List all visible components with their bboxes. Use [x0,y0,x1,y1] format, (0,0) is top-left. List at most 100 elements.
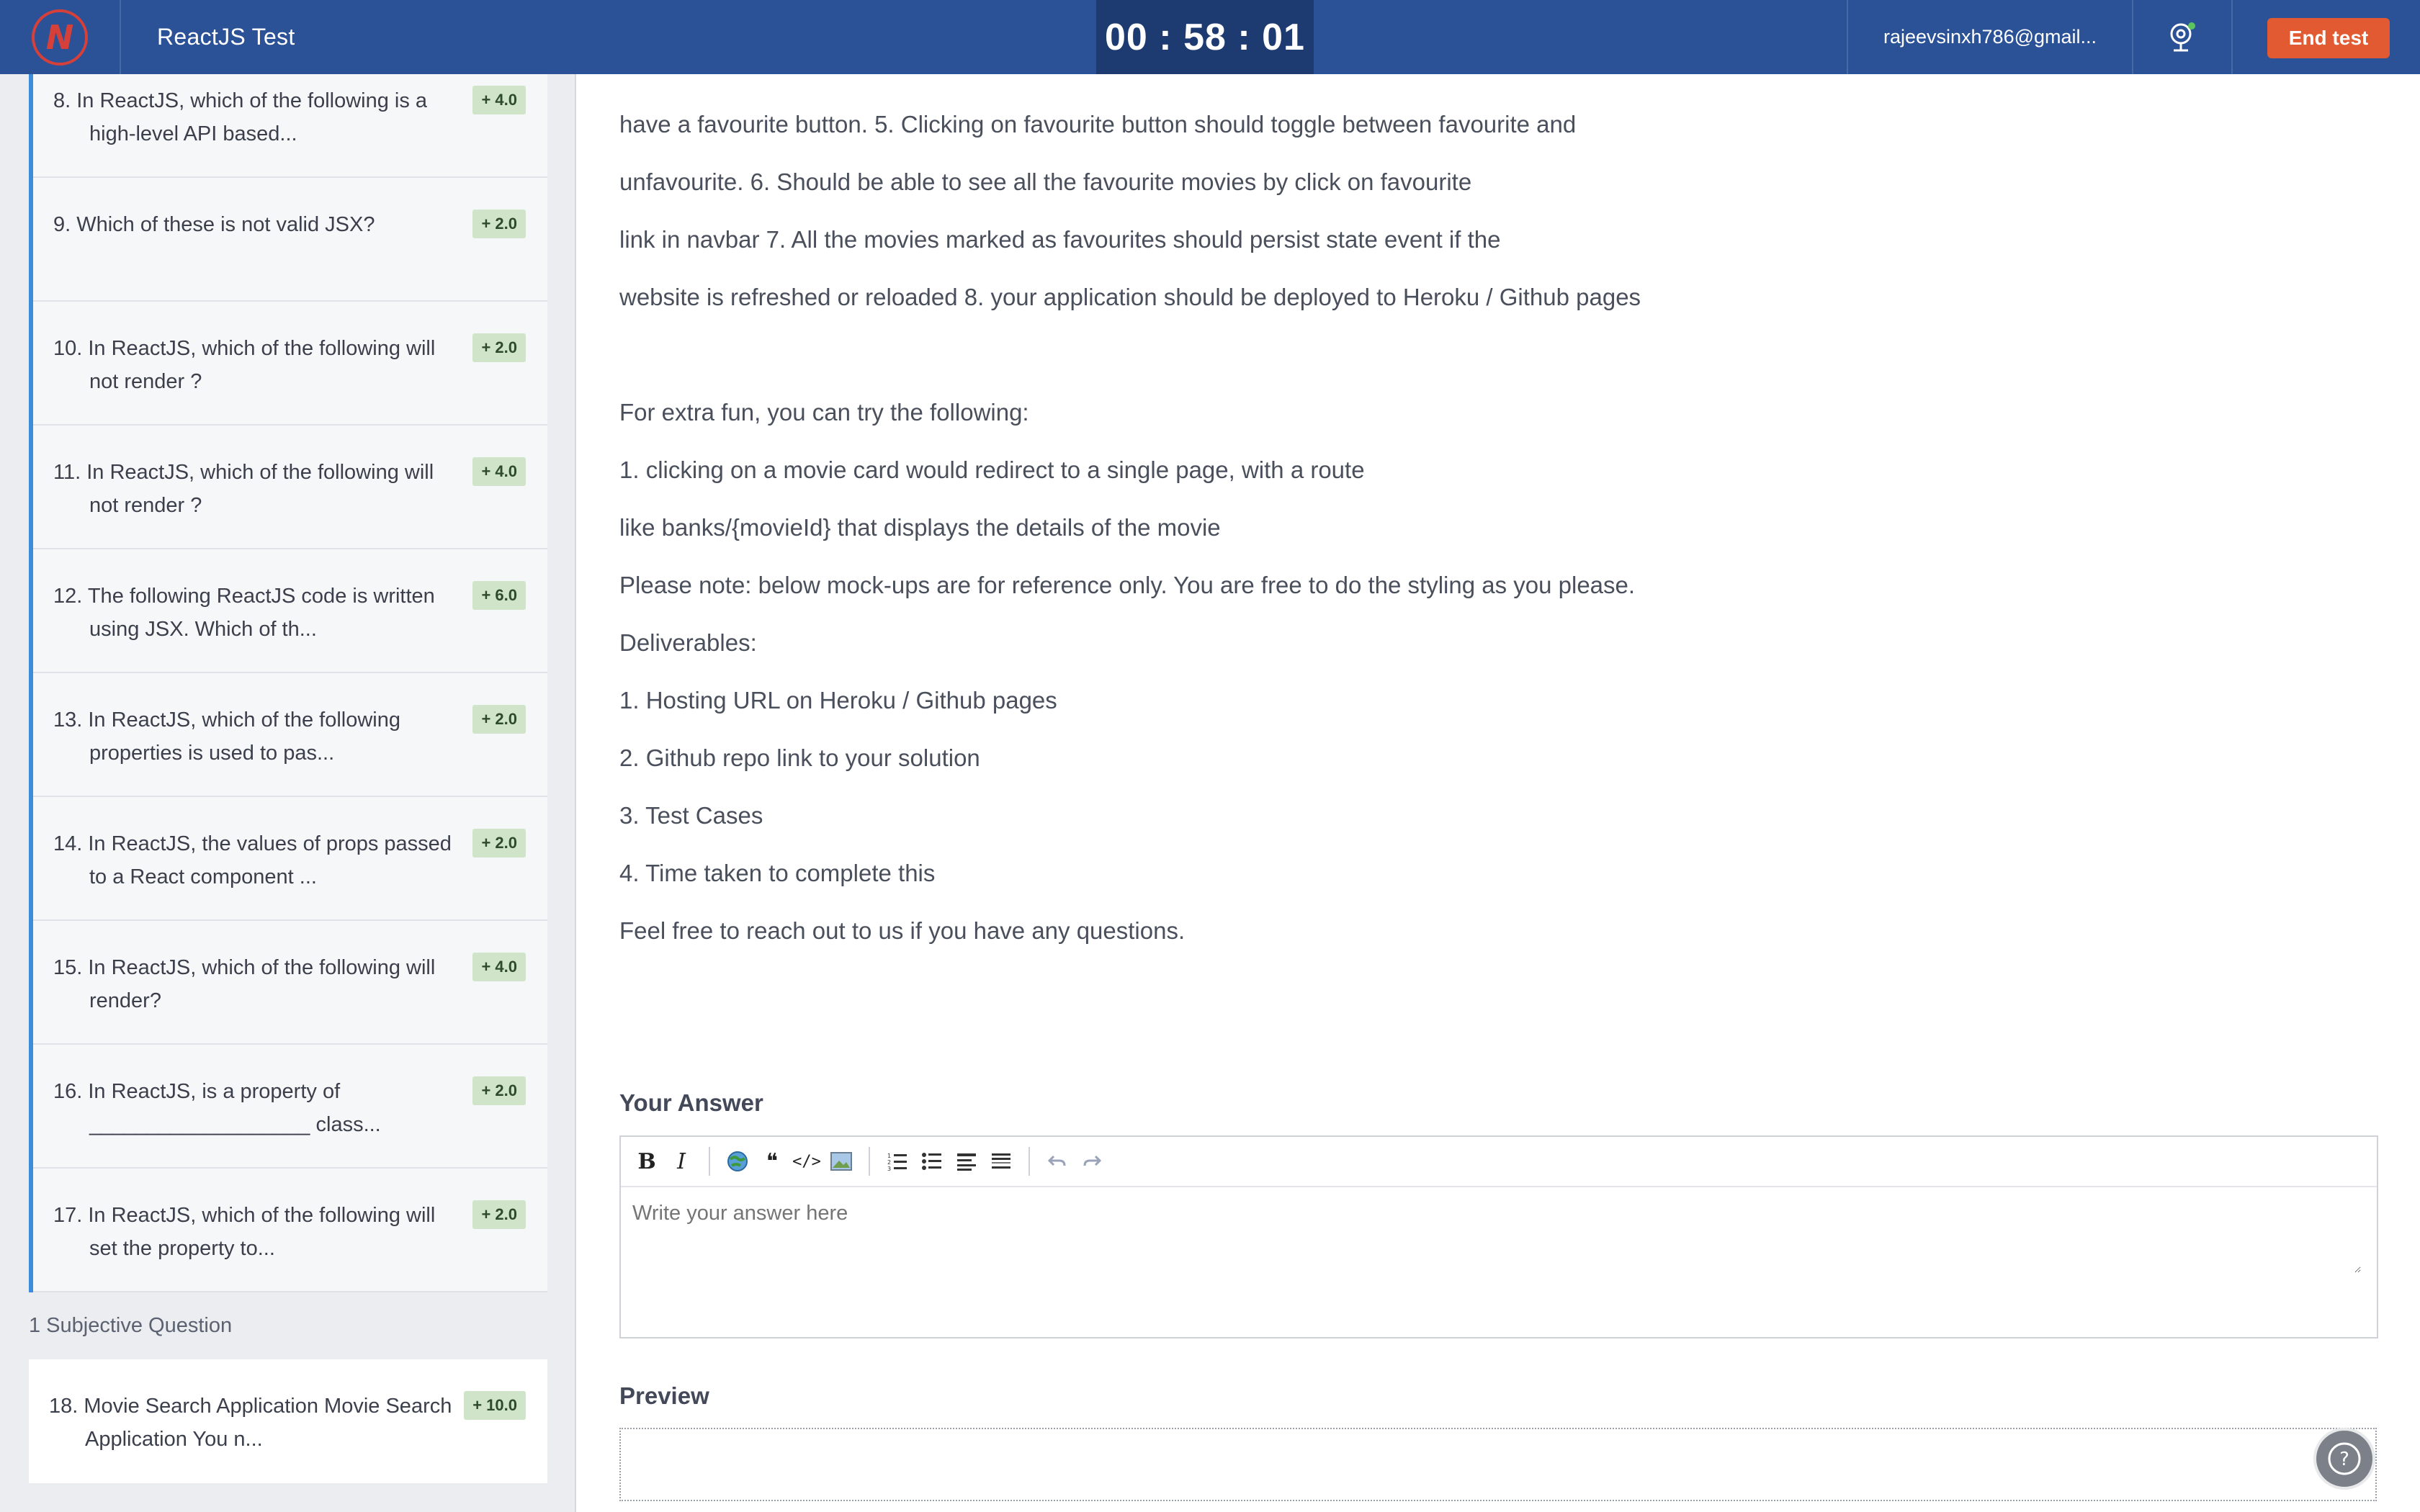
question-text: 13. In ReactJS, which of the following p… [53,708,400,765]
numbered-list-button[interactable]: 1 2 3 [880,1144,915,1179]
points-badge: + 2.0 [472,1076,526,1105]
question-item[interactable]: 17. In ReactJS, which of the following w… [33,1169,547,1292]
webcam-icon [2170,22,2195,51]
blockquote-button[interactable]: ❝ [755,1144,789,1179]
answer-editor[interactable]: B I ❝ </> 1 2 3 Write your answer here [619,1135,2378,1338]
toolbar-divider [1028,1147,1030,1176]
question-list: 8. In ReactJS, which of the following is… [29,74,547,1292]
quote-icon: ❝ [766,1148,779,1174]
subjective-section-label: 1 Subjective Question [29,1314,233,1337]
countdown-timer: 00 : 58 : 01 [1096,0,1314,74]
heading-button[interactable] [949,1144,984,1179]
user-email[interactable]: rajeevsinxh786@gmail... [1847,0,2133,74]
question-item[interactable]: 16. In ReactJS, is a property of _______… [33,1045,547,1169]
question-text: 12. The following ReactJS code is writte… [53,585,435,641]
question-text: 18. Movie Search Application Movie Searc… [49,1395,452,1451]
description-line: 4. Time taken to complete this [619,860,936,886]
description-line: link in navbar 7. All the movies marked … [619,226,1501,253]
points-badge: + 6.0 [472,581,526,610]
question-text: 15. In ReactJS, which of the following w… [53,956,436,1012]
question-text: 11. In ReactJS, which of the following w… [53,461,434,517]
points-badge: + 4.0 [472,86,526,114]
question-item[interactable]: 10. In ReactJS, which of the following w… [33,302,547,426]
preview-label: Preview [619,1382,709,1409]
answer-textarea[interactable] [632,1202,2361,1273]
description-line: website is refreshed or reloaded 8. your… [619,284,1641,310]
points-badge: + 2.0 [472,210,526,238]
question-text: 16. In ReactJS, is a property of _______… [53,1080,381,1136]
question-item[interactable]: 8. In ReactJS, which of the following is… [33,74,547,178]
redo-icon [1083,1155,1101,1166]
preview-box [619,1428,2377,1501]
bulleted-list-button[interactable] [915,1144,949,1179]
code-button[interactable]: </> [789,1144,824,1179]
end-test-button[interactable]: End test [2267,18,2390,58]
question-text: 8. In ReactJS, which of the following is… [53,89,428,145]
help-button[interactable]: ? [2313,1428,2375,1490]
top-bar: N ReactJS Test 00 : 58 : 01 rajeevsinxh7… [0,0,2420,74]
bold-button[interactable]: B [629,1144,664,1179]
svg-text:?: ? [2339,1449,2349,1470]
logo-container[interactable]: N [0,0,121,74]
image-button[interactable] [824,1144,859,1179]
webcam-status[interactable] [2133,0,2233,74]
description-line: Feel free to reach out to us if you have… [619,917,1186,944]
svg-text:1: 1 [887,1153,891,1159]
description-line: 3. Test Cases [619,802,763,829]
question-item[interactable]: 14. In ReactJS, the values of props pass… [33,797,547,921]
italic-button[interactable]: I [664,1144,699,1179]
description-line: unfavourite. 6. Should be able to see al… [619,168,1472,195]
question-text: 10. In ReactJS, which of the following w… [53,337,436,393]
points-badge: + 2.0 [472,829,526,858]
question-item[interactable]: 11. In ReactJS, which of the following w… [33,426,547,549]
points-badge: + 4.0 [472,953,526,981]
svg-text:2: 2 [887,1159,891,1166]
horizontal-rule-icon [992,1153,1010,1169]
code-icon: </> [792,1152,821,1171]
undo-button[interactable] [1040,1144,1075,1179]
description-line: 2. Github repo link to your solution [619,744,980,771]
question-sidebar[interactable]: 8. In ReactJS, which of the following is… [0,74,576,1512]
points-badge: + 2.0 [472,705,526,734]
question-item[interactable]: 12. The following ReactJS code is writte… [33,549,547,673]
description-line: 1. Hosting URL on Heroku / Github pages [619,687,1057,714]
points-badge: + 10.0 [464,1391,526,1420]
description-line: like banks/{movieId} that displays the d… [619,514,1221,541]
question-item[interactable]: 13. In ReactJS, which of the following p… [33,673,547,797]
redo-button[interactable] [1075,1144,1109,1179]
undo-icon [1048,1155,1066,1166]
description-line: For extra fun, you can try the following… [619,399,1029,426]
bulleted-list-icon [922,1153,941,1170]
logo-letter: N [45,17,74,57]
test-title: ReactJS Test [157,24,295,50]
question-item[interactable]: 9. Which of these is not valid JSX? + 2.… [33,178,547,302]
link-button[interactable] [720,1144,755,1179]
question-content-pane[interactable]: have a favourite button. 5. Clicking on … [576,74,2420,1512]
your-answer-label: Your Answer [619,1089,763,1116]
question-item[interactable]: 15. In ReactJS, which of the following w… [33,921,547,1045]
svg-text:3: 3 [887,1166,891,1171]
question-text: 9. Which of these is not valid JSX? [53,213,375,236]
editor-toolbar: B I ❝ </> 1 2 3 [621,1137,2377,1187]
heading-icon [957,1153,976,1171]
description-line: 1. clicking on a movie card would redire… [619,456,1365,483]
image-icon [830,1152,852,1171]
toolbar-divider [709,1147,710,1176]
logo-icon: N [32,9,88,66]
description-line: Deliverables: [619,629,757,656]
toolbar-divider [869,1147,870,1176]
subjective-question-item[interactable]: 18. Movie Search Application Movie Searc… [29,1359,547,1483]
globe-link-icon [727,1151,748,1171]
description-line: have a favourite button. 5. Clicking on … [619,111,1577,138]
bold-icon: B [637,1148,656,1174]
numbered-list-icon: 1 2 3 [887,1153,907,1171]
points-badge: + 2.0 [472,333,526,362]
horizontal-rule-button[interactable] [984,1144,1018,1179]
help-icon: ? [2328,1442,2361,1475]
italic-icon: I [677,1148,686,1174]
description-line: Please note: below mock-ups are for refe… [619,572,1636,598]
question-text: 14. In ReactJS, the values of props pass… [53,832,452,888]
points-badge: + 4.0 [472,457,526,486]
question-text: 17. In ReactJS, which of the following w… [53,1204,436,1260]
